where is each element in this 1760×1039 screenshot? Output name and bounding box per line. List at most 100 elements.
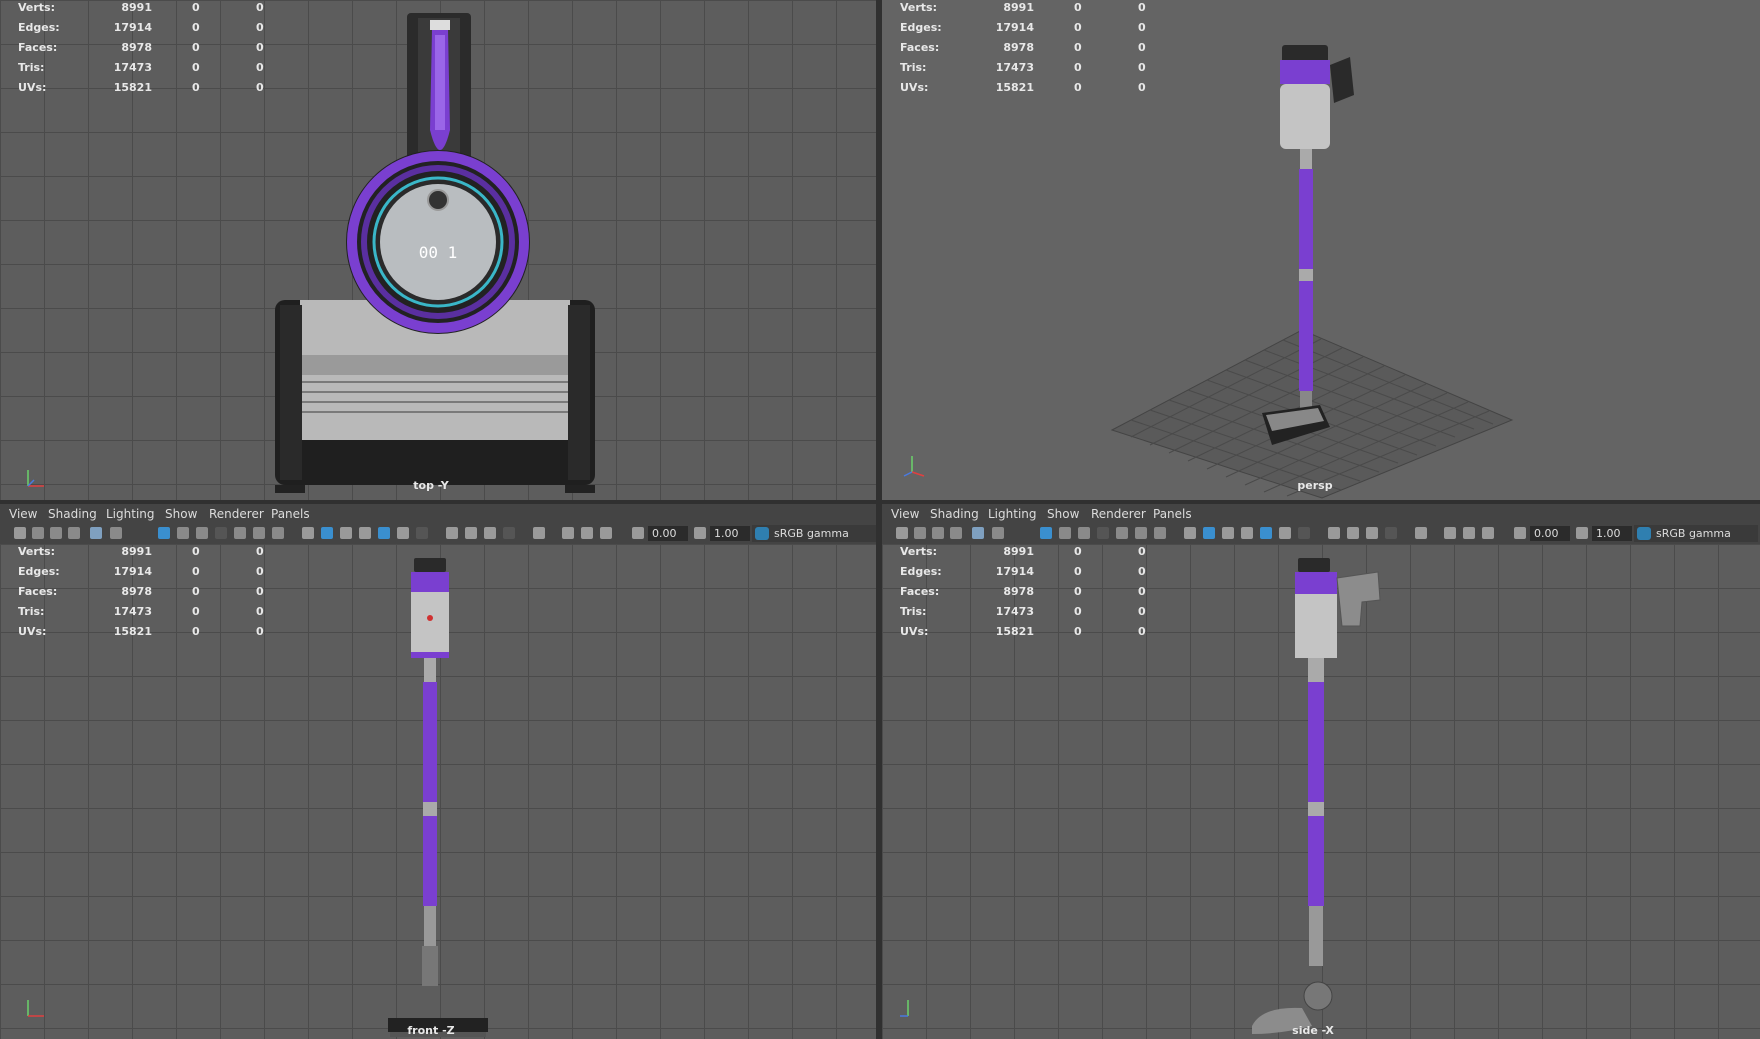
exposure-icon[interactable]	[632, 527, 644, 539]
menu-show[interactable]: Show	[165, 507, 197, 521]
gate-mask-icon[interactable]	[1097, 527, 1109, 539]
xray-icon[interactable]	[562, 527, 574, 539]
camera-attributes-icon[interactable]	[32, 527, 44, 539]
panel-toolbar: 0.00 1.00 sRGB gamma	[882, 524, 1760, 544]
vacuum-side-view[interactable]	[1242, 556, 1402, 1039]
viewport-persp[interactable]: Verts: 8991 0 0 Edges: 17914 0 0 Faces: 8978 0 0 …	[882, 0, 1760, 500]
depth-of-field-icon[interactable]	[503, 527, 515, 539]
vacuum-front-view[interactable]	[380, 556, 500, 1039]
xray-icon[interactable]	[1444, 527, 1456, 539]
viewport-front[interactable]: Verts: 8991 0 0 Edges: 17914 0 0 Faces: 8978 0 0 …	[0, 544, 876, 1039]
viewport-side[interactable]: Verts: 8991 0 0 Edges: 17914 0 0 Faces: 8978 0 0 …	[882, 544, 1760, 1039]
film-gate-icon[interactable]	[177, 527, 189, 539]
isolate-select-icon[interactable]	[533, 527, 545, 539]
menu-view[interactable]: View	[9, 507, 37, 521]
shadows-icon[interactable]	[416, 527, 428, 539]
grid-toggle-icon[interactable]	[158, 527, 170, 539]
textured-icon[interactable]	[359, 527, 371, 539]
gamma-field[interactable]: 1.00	[710, 526, 750, 541]
menu-shading[interactable]: Shading	[48, 507, 97, 521]
safe-title-icon[interactable]	[272, 527, 284, 539]
viewport-top[interactable]: Verts: 8991 0 0 Edges: 17914 0 0 Faces: 8978 0 0 …	[0, 0, 876, 500]
xray-joints-icon[interactable]	[581, 527, 593, 539]
gamma-field[interactable]: 1.00	[1592, 526, 1632, 541]
color-management-icon	[1637, 527, 1651, 540]
isolate-select-icon[interactable]	[1415, 527, 1427, 539]
resolution-gate-icon[interactable]	[1078, 527, 1090, 539]
menu-panels[interactable]: Panels	[271, 507, 310, 521]
svg-text:00 1: 00 1	[419, 243, 458, 262]
exposure-field[interactable]: 0.00	[648, 526, 688, 541]
ambient-occlusion-icon[interactable]	[1328, 527, 1340, 539]
smooth-shade-icon[interactable]	[1203, 527, 1215, 539]
exposure-icon[interactable]	[1514, 527, 1526, 539]
camera-icon[interactable]	[14, 527, 26, 539]
pan-zoom-icon[interactable]	[110, 527, 122, 539]
bookmark-icon[interactable]	[50, 527, 62, 539]
gamma-icon[interactable]	[694, 527, 706, 539]
xray-active-icon[interactable]	[1482, 527, 1494, 539]
menu-panels[interactable]: Panels	[1153, 507, 1192, 521]
color-space-label: sRGB gamma	[1656, 527, 1731, 540]
field-chart-icon[interactable]	[234, 527, 246, 539]
checker-icon[interactable]	[378, 527, 390, 539]
menu-show[interactable]: Show	[1047, 507, 1079, 521]
shadows-icon[interactable]	[1298, 527, 1310, 539]
safe-title-icon[interactable]	[1154, 527, 1166, 539]
viewport-label: top -Y	[413, 479, 449, 492]
poly-count-hud: Verts: 8991 0 0 Edges: 17914 0 0 Faces: 8978 0 0 …	[900, 545, 1146, 638]
bookmark-icon[interactable]	[932, 527, 944, 539]
checker-icon[interactable]	[1260, 527, 1272, 539]
shade-wireframe-icon[interactable]	[340, 527, 352, 539]
menu-lighting[interactable]: Lighting	[988, 507, 1037, 521]
vacuum-top-view[interactable]: 00 1	[260, 10, 610, 500]
wireframe-icon[interactable]	[302, 527, 314, 539]
lights-icon[interactable]	[1279, 527, 1291, 539]
xray-active-icon[interactable]	[600, 527, 612, 539]
gate-mask-icon[interactable]	[215, 527, 227, 539]
shade-wireframe-icon[interactable]	[1222, 527, 1234, 539]
anti-aliasing-icon[interactable]	[484, 527, 496, 539]
anti-aliasing-icon[interactable]	[1366, 527, 1378, 539]
grease-pencil-icon[interactable]	[972, 527, 984, 539]
menu-renderer[interactable]: Renderer	[209, 507, 264, 521]
wireframe-icon[interactable]	[1184, 527, 1196, 539]
panel-menubar: View Shading Lighting Show Renderer Pane…	[882, 506, 1760, 522]
menu-shading[interactable]: Shading	[930, 507, 979, 521]
menu-lighting[interactable]: Lighting	[106, 507, 155, 521]
smooth-shade-icon[interactable]	[321, 527, 333, 539]
color-space-dropdown[interactable]: sRGB gamma	[752, 525, 876, 542]
field-chart-icon[interactable]	[1116, 527, 1128, 539]
lights-icon[interactable]	[397, 527, 409, 539]
viewport-label: side -X	[1292, 1024, 1334, 1037]
axis-gizmo	[900, 1000, 909, 1017]
grid-toggle-icon[interactable]	[1040, 527, 1052, 539]
safe-action-icon[interactable]	[1135, 527, 1147, 539]
image-plane-icon[interactable]	[950, 527, 962, 539]
ambient-occlusion-icon[interactable]	[446, 527, 458, 539]
grease-pencil-icon[interactable]	[90, 527, 102, 539]
safe-action-icon[interactable]	[253, 527, 265, 539]
poly-count-hud: Verts: 8991 0 0 Edges: 17914 0 0 Faces: 8978 0 0 …	[900, 1, 1146, 94]
menu-renderer[interactable]: Renderer	[1091, 507, 1146, 521]
textured-icon[interactable]	[1241, 527, 1253, 539]
resolution-gate-icon[interactable]	[196, 527, 208, 539]
motion-blur-icon[interactable]	[465, 527, 477, 539]
panel-menubar: View Shading Lighting Show Renderer Pane…	[0, 506, 876, 522]
vacuum-persp-model[interactable]	[1242, 35, 1402, 465]
exposure-field[interactable]: 0.00	[1530, 526, 1570, 541]
pan-zoom-icon[interactable]	[992, 527, 1004, 539]
poly-count-hud: Verts: 8991 0 0 Edges: 17914 0 0 Faces: 8978 0 0 …	[18, 545, 264, 638]
camera-icon[interactable]	[896, 527, 908, 539]
panel-toolbar: 0.00 1.00 sRGB gamma	[0, 524, 876, 544]
color-space-dropdown[interactable]: sRGB gamma	[1634, 525, 1758, 542]
viewport-label: front -Z	[407, 1024, 455, 1037]
film-gate-icon[interactable]	[1059, 527, 1071, 539]
gamma-icon[interactable]	[1576, 527, 1588, 539]
camera-attributes-icon[interactable]	[914, 527, 926, 539]
motion-blur-icon[interactable]	[1347, 527, 1359, 539]
image-plane-icon[interactable]	[68, 527, 80, 539]
depth-of-field-icon[interactable]	[1385, 527, 1397, 539]
menu-view[interactable]: View	[891, 507, 919, 521]
xray-joints-icon[interactable]	[1463, 527, 1475, 539]
